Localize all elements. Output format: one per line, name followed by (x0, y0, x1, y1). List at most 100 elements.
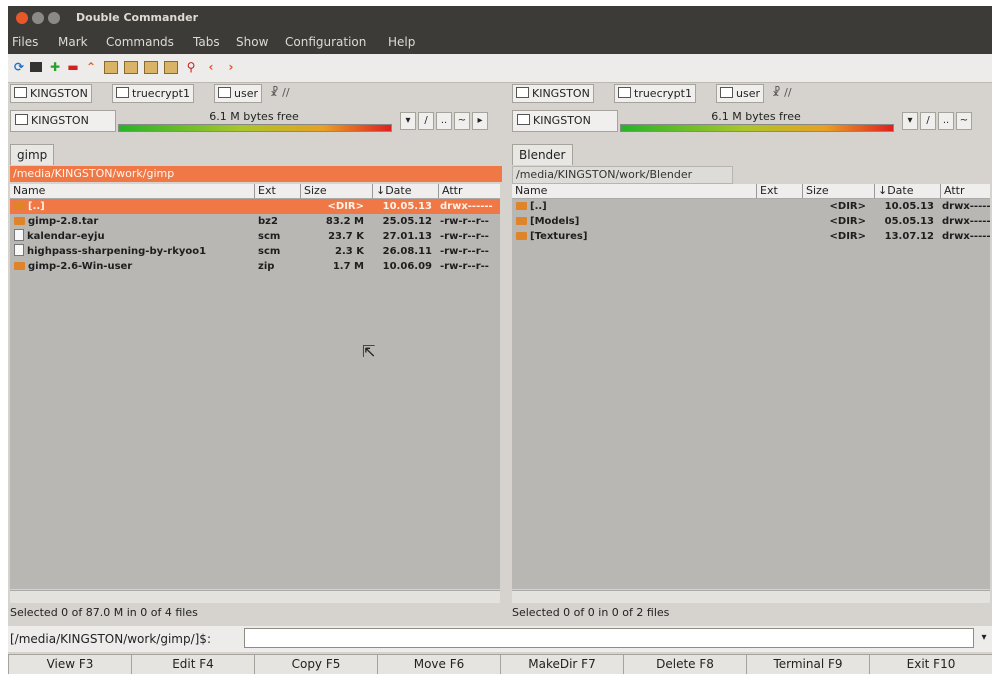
right-column-header: Name Ext Size ↓Date Attr (512, 184, 990, 199)
left-col-attr[interactable]: Attr (438, 184, 498, 198)
right-parent-button[interactable]: .. (938, 112, 954, 130)
search-icon[interactable]: ⚲ (184, 60, 198, 74)
left-drive-truecrypt1[interactable]: truecrypt1 (112, 84, 194, 103)
makedir-button[interactable]: MakeDir F7 (500, 654, 624, 674)
command-line: [/media/KINGSTON/work/gimp/]$: ▾ (8, 626, 992, 652)
menu-files[interactable]: Files (12, 35, 38, 49)
window-title: Double Commander (76, 11, 199, 24)
right-col-attr[interactable]: Attr (940, 184, 988, 198)
close-icon[interactable] (16, 12, 28, 24)
remove-icon[interactable]: ▬ (66, 60, 80, 74)
table-row[interactable]: [Models] <DIR> 05.05.13 drwx------ (512, 214, 990, 229)
chevron-down-icon[interactable]: ▾ (976, 628, 992, 648)
menu-show[interactable]: Show (236, 35, 268, 49)
left-horizontal-scrollbar[interactable] (10, 590, 500, 603)
menu-bar: Files Mark Commands Tabs Show Configurat… (8, 30, 992, 54)
view-button[interactable]: View F3 (8, 654, 132, 674)
table-row[interactable]: [..] <DIR> 10.05.13 drwx------ (10, 199, 500, 214)
left-drive-kingston[interactable]: KINGSTON (10, 84, 92, 103)
left-col-size[interactable]: Size (300, 184, 364, 198)
drive-icon (15, 114, 28, 125)
terminal-button[interactable]: Terminal F9 (746, 654, 870, 674)
table-row[interactable]: gimp-2.6-Win-user zip 1.7 M 10.06.09 -rw… (10, 259, 500, 274)
move-button[interactable]: Move F6 (377, 654, 501, 674)
delete-button[interactable]: Delete F8 (623, 654, 747, 674)
table-row[interactable]: highpass-sharpening-by-rkyoo1 scm 2.3 K … (10, 244, 500, 259)
left-parent-button[interactable]: .. (436, 112, 452, 130)
exit-button[interactable]: Exit F10 (869, 654, 992, 674)
folder-icon (516, 202, 527, 210)
menu-tabs[interactable]: Tabs (193, 35, 220, 49)
menu-mark[interactable]: Mark (58, 35, 88, 49)
right-col-date[interactable]: ↓Date (874, 184, 934, 198)
table-row[interactable]: kalendar-eyju scm 23.7 K 27.01.13 -rw-r-… (10, 229, 500, 244)
menu-configuration[interactable]: Configuration (285, 35, 366, 49)
right-free-bar (620, 124, 894, 132)
left-expand-button[interactable]: ▾ (400, 112, 416, 130)
left-drive-user[interactable]: user (214, 84, 262, 103)
up-arrow-icon[interactable]: ⌃ (84, 60, 98, 74)
left-path-bar[interactable]: /media/KINGSTON/work/gimp (10, 166, 502, 182)
edit-button[interactable]: Edit F4 (131, 654, 255, 674)
left-home-button[interactable]: ~ (454, 112, 470, 130)
right-col-size[interactable]: Size (802, 184, 866, 198)
terminal-icon[interactable] (30, 62, 42, 72)
right-drive-truecrypt1[interactable]: truecrypt1 (614, 84, 696, 103)
back-icon[interactable]: ‹ (204, 60, 218, 74)
right-tab-blender[interactable]: Blender (512, 144, 573, 165)
table-row[interactable]: [..] <DIR> 10.05.13 drwx------ (512, 199, 990, 214)
left-volume-label[interactable]: KINGSTON (10, 110, 116, 132)
forward-icon[interactable]: › (224, 60, 238, 74)
right-horizontal-scrollbar[interactable] (512, 590, 990, 603)
left-root-button[interactable]: / (418, 112, 434, 130)
command-input[interactable] (244, 628, 974, 648)
left-drive-root[interactable]: ☧ // (270, 86, 290, 99)
left-menu-button[interactable]: ▸ (472, 112, 488, 130)
table-row[interactable]: gimp-2.8.tar bz2 83.2 M 25.05.12 -rw-r--… (10, 214, 500, 229)
right-drive-kingston[interactable]: KINGSTON (512, 84, 594, 103)
edit-icon[interactable] (144, 61, 158, 74)
left-file-list[interactable]: [..] <DIR> 10.05.13 drwx------ gimp-2.8.… (10, 199, 500, 589)
left-free-space: 6.1 M bytes free (118, 110, 392, 132)
left-drive-bar: KINGSTON truecrypt1 user ☧ // (8, 82, 502, 104)
menu-commands[interactable]: Commands (106, 35, 174, 49)
left-col-name[interactable]: Name (10, 184, 253, 198)
view-icon[interactable] (124, 61, 138, 74)
right-root-button[interactable]: / (920, 112, 936, 130)
left-tab-gimp[interactable]: gimp (10, 144, 55, 165)
right-volume-label[interactable]: KINGSTON (512, 110, 618, 132)
file-icon (14, 244, 24, 256)
right-expand-button[interactable]: ▾ (902, 112, 918, 130)
file-icon (14, 229, 24, 241)
copy-button[interactable]: Copy F5 (254, 654, 378, 674)
right-drive-user[interactable]: user (716, 84, 764, 103)
left-col-ext[interactable]: Ext (254, 184, 296, 198)
right-drive-root[interactable]: ☧ // (772, 86, 792, 99)
right-home-button[interactable]: ~ (956, 112, 972, 130)
add-icon[interactable]: ✚ (48, 60, 62, 74)
right-file-list[interactable]: [..] <DIR> 10.05.13 drwx------ [Models] … (512, 199, 990, 589)
drive-icon (516, 87, 529, 98)
drive-icon (720, 87, 733, 98)
right-drive-bar: KINGSTON truecrypt1 user ☧ // (510, 82, 992, 104)
compare-icon[interactable] (104, 61, 118, 74)
maximize-icon[interactable] (48, 12, 60, 24)
folder-icon (516, 232, 527, 240)
folder-icon[interactable] (164, 61, 178, 74)
minimize-icon[interactable] (32, 12, 44, 24)
function-key-bar: View F3 Edit F4 Copy F5 Move F6 MakeDir … (8, 654, 992, 674)
table-row[interactable]: [Textures] <DIR> 13.07.12 drwx------ (512, 229, 990, 244)
left-free-bar (118, 124, 392, 132)
right-col-name[interactable]: Name (512, 184, 755, 198)
menu-help[interactable]: Help (388, 35, 415, 49)
toolbar: ⟳ ✚ ▬ ⌃ ⚲ ‹ › (8, 54, 992, 83)
drive-icon (14, 87, 27, 98)
right-path-bar[interactable]: /media/KINGSTON/work/Blender (512, 166, 733, 184)
drive-icon (116, 87, 129, 98)
right-panel: KINGSTON 6.1 M bytes free ▾ / .. ~ Blend… (510, 106, 992, 624)
right-col-ext[interactable]: Ext (756, 184, 798, 198)
app-window: Double Commander Files Mark Commands Tab… (8, 6, 992, 674)
left-col-date[interactable]: ↓Date (372, 184, 432, 198)
right-status: Selected 0 of 0 in 0 of 2 files (512, 606, 670, 619)
refresh-icon[interactable]: ⟳ (12, 60, 26, 74)
